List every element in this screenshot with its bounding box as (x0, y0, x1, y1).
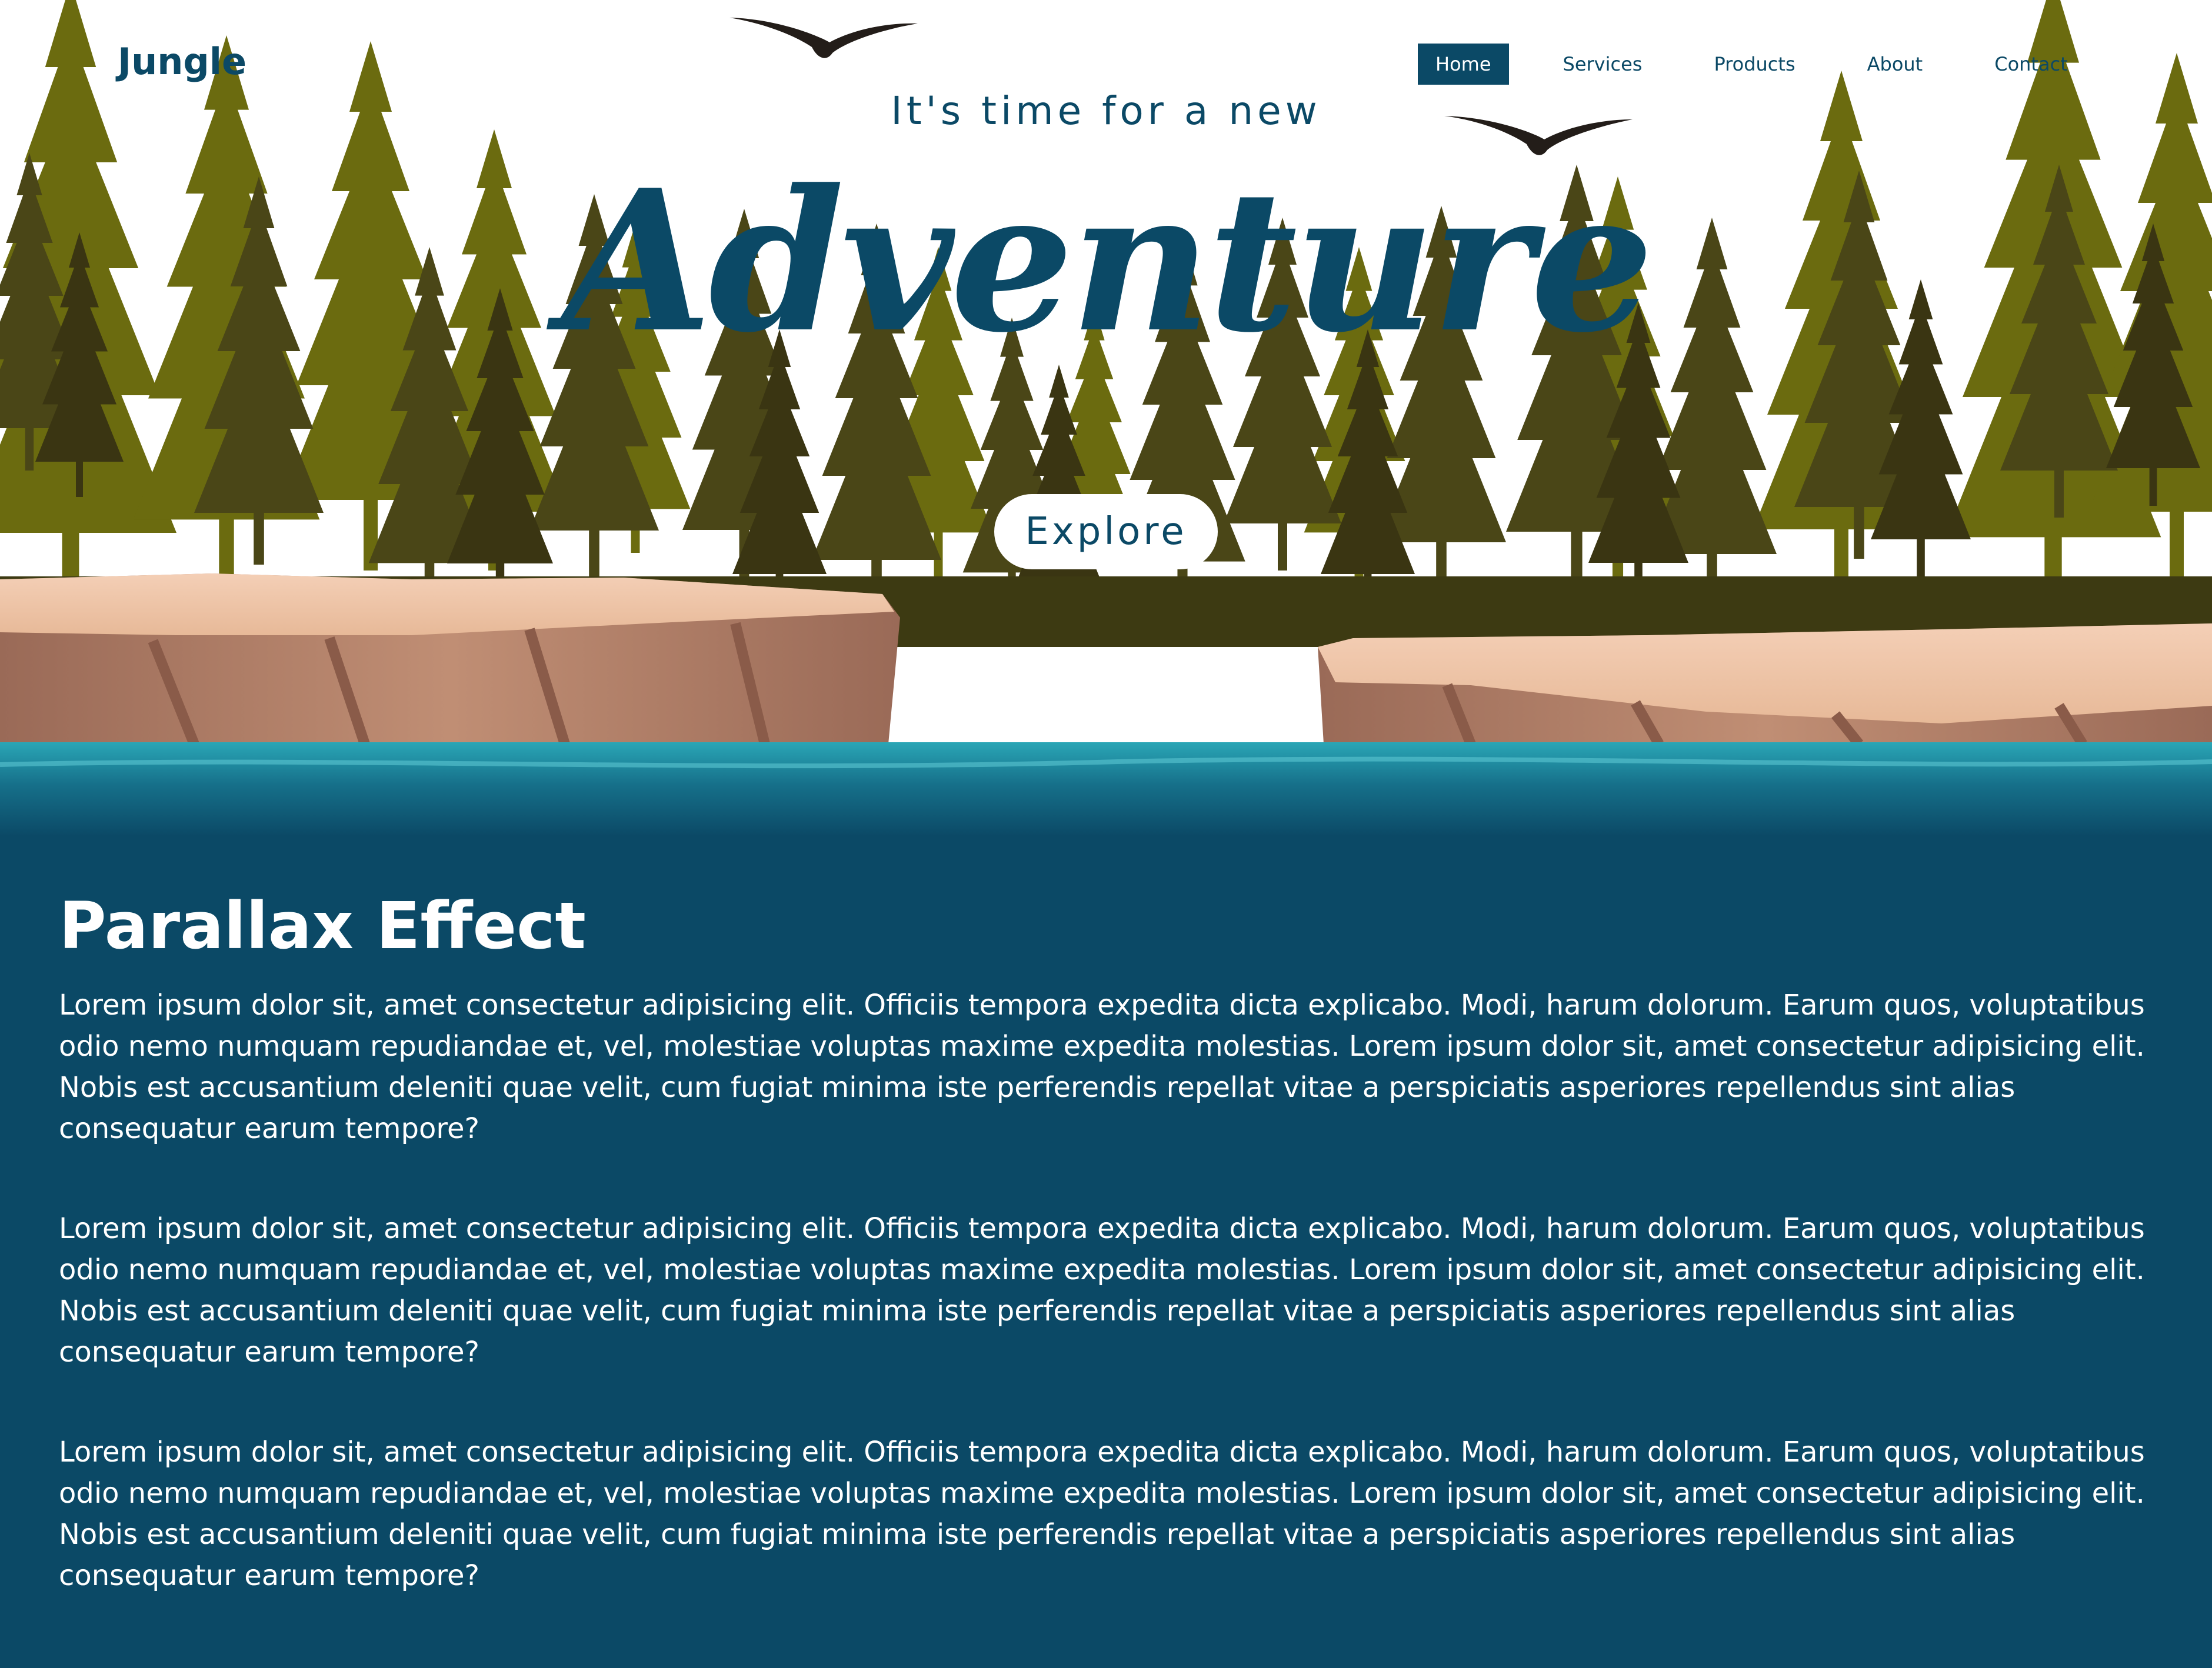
section-heading: Parallax Effect (59, 888, 586, 963)
logo[interactable]: Jungle (118, 40, 246, 83)
left-cliff (0, 573, 900, 746)
main-nav: Home Services Products About Contact (1418, 44, 2122, 85)
nav-item-about[interactable]: About (1850, 44, 1941, 85)
water (0, 742, 2212, 835)
paragraph: Lorem ipsum dolor sit, amet consectetur … (59, 1436, 2145, 1592)
nav-item-products[interactable]: Products (1696, 44, 1813, 85)
page: It's time for a new Adventure Explore Ju… (0, 0, 2212, 1668)
nav-item-services[interactable]: Services (1545, 44, 1660, 85)
nav-item-contact[interactable]: Contact (1977, 44, 2086, 85)
nav-item-home[interactable]: Home (1418, 44, 1509, 85)
right-cliff (1318, 623, 2212, 748)
hero-section: It's time for a new Adventure Explore (0, 0, 2212, 835)
hero-title: Adventure (561, 147, 1654, 375)
bird-icon (729, 18, 918, 58)
explore-button[interactable]: Explore (994, 494, 1218, 569)
paragraph: Lorem ipsum dolor sit, amet consectetur … (59, 1212, 2145, 1369)
paragraph: Lorem ipsum dolor sit, amet consectetur … (59, 989, 2145, 1145)
content-section: Parallax Effect Lorem ipsum dolor sit, a… (59, 888, 2153, 1655)
hero-subtitle: It's time for a new (891, 88, 1321, 134)
